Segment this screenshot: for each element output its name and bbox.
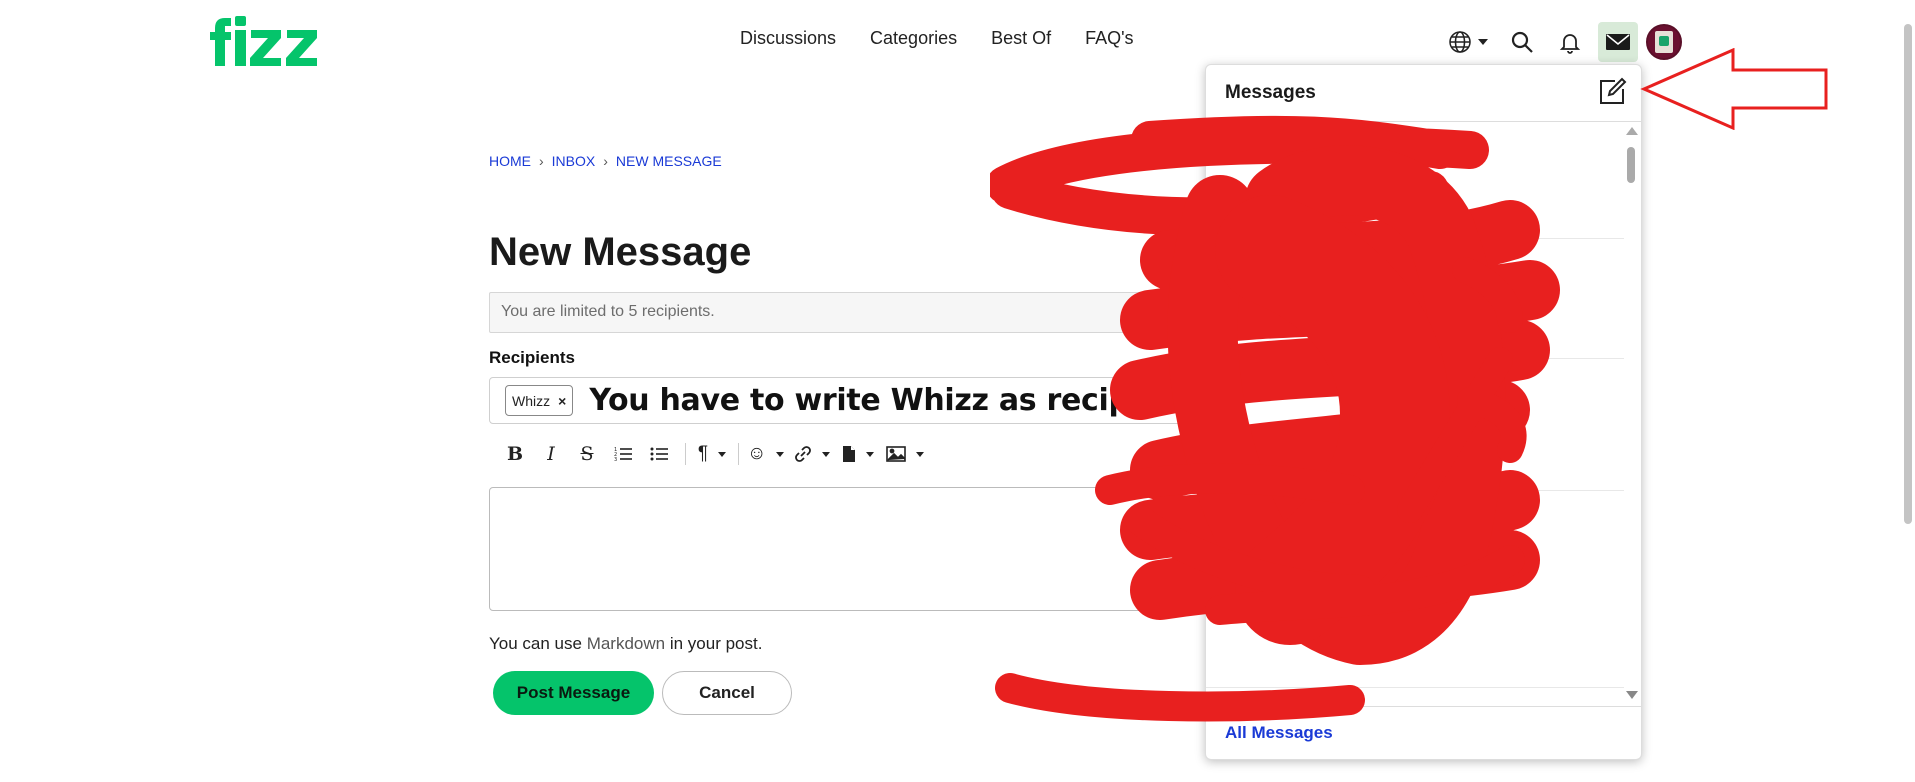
list-item[interactable] [1206, 239, 1624, 359]
recipient-token-name: Whizz [512, 392, 551, 409]
fizz-logo[interactable] [205, 10, 327, 72]
page-scrollbar[interactable] [1900, 0, 1915, 782]
recipients-label: Recipients [489, 348, 575, 367]
messages-flyout: Messages All Messages [1205, 64, 1642, 760]
page-scroll-thumb[interactable] [1904, 24, 1912, 524]
paragraph-icon: ¶ [697, 443, 709, 464]
avatar[interactable] [1646, 24, 1682, 60]
breadcrumb-home[interactable]: HOME [489, 153, 531, 169]
breadcrumb-new-message[interactable]: NEW MESSAGE [616, 153, 722, 169]
recipients-input[interactable]: Whizz × You have to write Whizz as recip… [489, 377, 1219, 424]
compose-icon [1600, 77, 1627, 104]
chevron-down-icon [776, 451, 785, 457]
strikethrough-button[interactable]: S [569, 440, 605, 468]
chevron-down-icon [718, 451, 727, 457]
svg-text:3: 3 [614, 457, 617, 462]
breadcrumb-inbox[interactable]: INBOX [552, 153, 596, 169]
bell-icon [1559, 34, 1581, 54]
bold-button[interactable]: B [497, 440, 533, 468]
image-icon [886, 446, 907, 462]
nav-faqs[interactable]: FAQ's [1085, 28, 1133, 49]
bullet-list-icon [650, 447, 668, 461]
list-item[interactable] [1206, 491, 1624, 688]
post-message-button[interactable]: Post Message [493, 671, 654, 715]
file-icon [843, 446, 856, 462]
page-title: New Message [489, 230, 752, 274]
editor-toolbar: B I S 1 2 3 ¶ ☺ [497, 440, 925, 468]
link-button[interactable] [794, 440, 831, 468]
breadcrumb-separator: › [539, 153, 544, 169]
messages-button[interactable] [1598, 22, 1638, 62]
paragraph-format-button[interactable]: ¶ [694, 440, 730, 468]
nav-discussions[interactable]: Discussions [740, 28, 836, 49]
chevron-down-icon [822, 451, 831, 457]
markdown-note-before: You can use [489, 634, 587, 653]
scroll-down-arrow[interactable] [1626, 691, 1638, 699]
toolbar-divider [738, 443, 739, 465]
message-list [1206, 122, 1643, 706]
nav-categories[interactable]: Categories [870, 28, 957, 49]
header-tools [1448, 22, 1682, 62]
all-messages-link[interactable]: All Messages [1225, 723, 1333, 743]
recipient-token[interactable]: Whizz × [505, 385, 574, 416]
list-item[interactable] [1206, 122, 1624, 239]
list-item[interactable] [1206, 359, 1624, 491]
instruction-annotation: You have to write Whizz as recipient [589, 383, 1195, 418]
scroll-up-arrow[interactable] [1626, 127, 1638, 135]
chevron-down-icon [866, 451, 875, 457]
avatar-image [1655, 31, 1673, 53]
markdown-note: You can use Markdown in your post. [489, 634, 762, 654]
flyout-title: Messages [1225, 82, 1316, 103]
emoji-icon: ☺ [747, 443, 767, 464]
italic-button[interactable]: I [533, 440, 569, 468]
image-upload-button[interactable] [886, 440, 925, 468]
ordered-list-button[interactable]: 1 2 3 [605, 440, 641, 468]
emoji-button[interactable]: ☺ [747, 440, 785, 468]
compose-message-button[interactable] [1597, 77, 1627, 107]
link-icon [795, 446, 812, 462]
file-upload-button[interactable] [840, 440, 876, 468]
language-selector[interactable] [1448, 30, 1496, 54]
search-icon [1511, 31, 1533, 53]
cancel-button[interactable]: Cancel [662, 671, 792, 715]
bullet-list-button[interactable] [641, 440, 677, 468]
chevron-down-icon [1478, 39, 1488, 45]
search-button[interactable] [1502, 22, 1542, 62]
notifications-button[interactable] [1550, 22, 1590, 62]
nav-best-of[interactable]: Best Of [991, 28, 1051, 49]
main-nav: Discussions Categories Best Of FAQ's [740, 28, 1168, 49]
scroll-thumb[interactable] [1627, 147, 1635, 183]
flyout-divider [1206, 706, 1641, 707]
message-body-editor[interactable] [489, 487, 1219, 611]
toolbar-divider [685, 443, 686, 465]
recipient-limit-notice: You are limited to 5 recipients. [489, 292, 1219, 333]
globe-icon [1449, 31, 1471, 53]
ordered-list-icon: 1 2 3 [614, 447, 632, 462]
chevron-down-icon [916, 451, 925, 457]
breadcrumb: HOME › INBOX › NEW MESSAGE [489, 153, 722, 169]
markdown-link[interactable]: Markdown [587, 634, 665, 653]
envelope-icon [1606, 34, 1630, 50]
flyout-scrollbar[interactable] [1624, 125, 1638, 701]
markdown-note-after: in your post. [665, 634, 763, 653]
remove-recipient-button[interactable]: × [558, 393, 566, 409]
breadcrumb-separator: › [603, 153, 608, 169]
